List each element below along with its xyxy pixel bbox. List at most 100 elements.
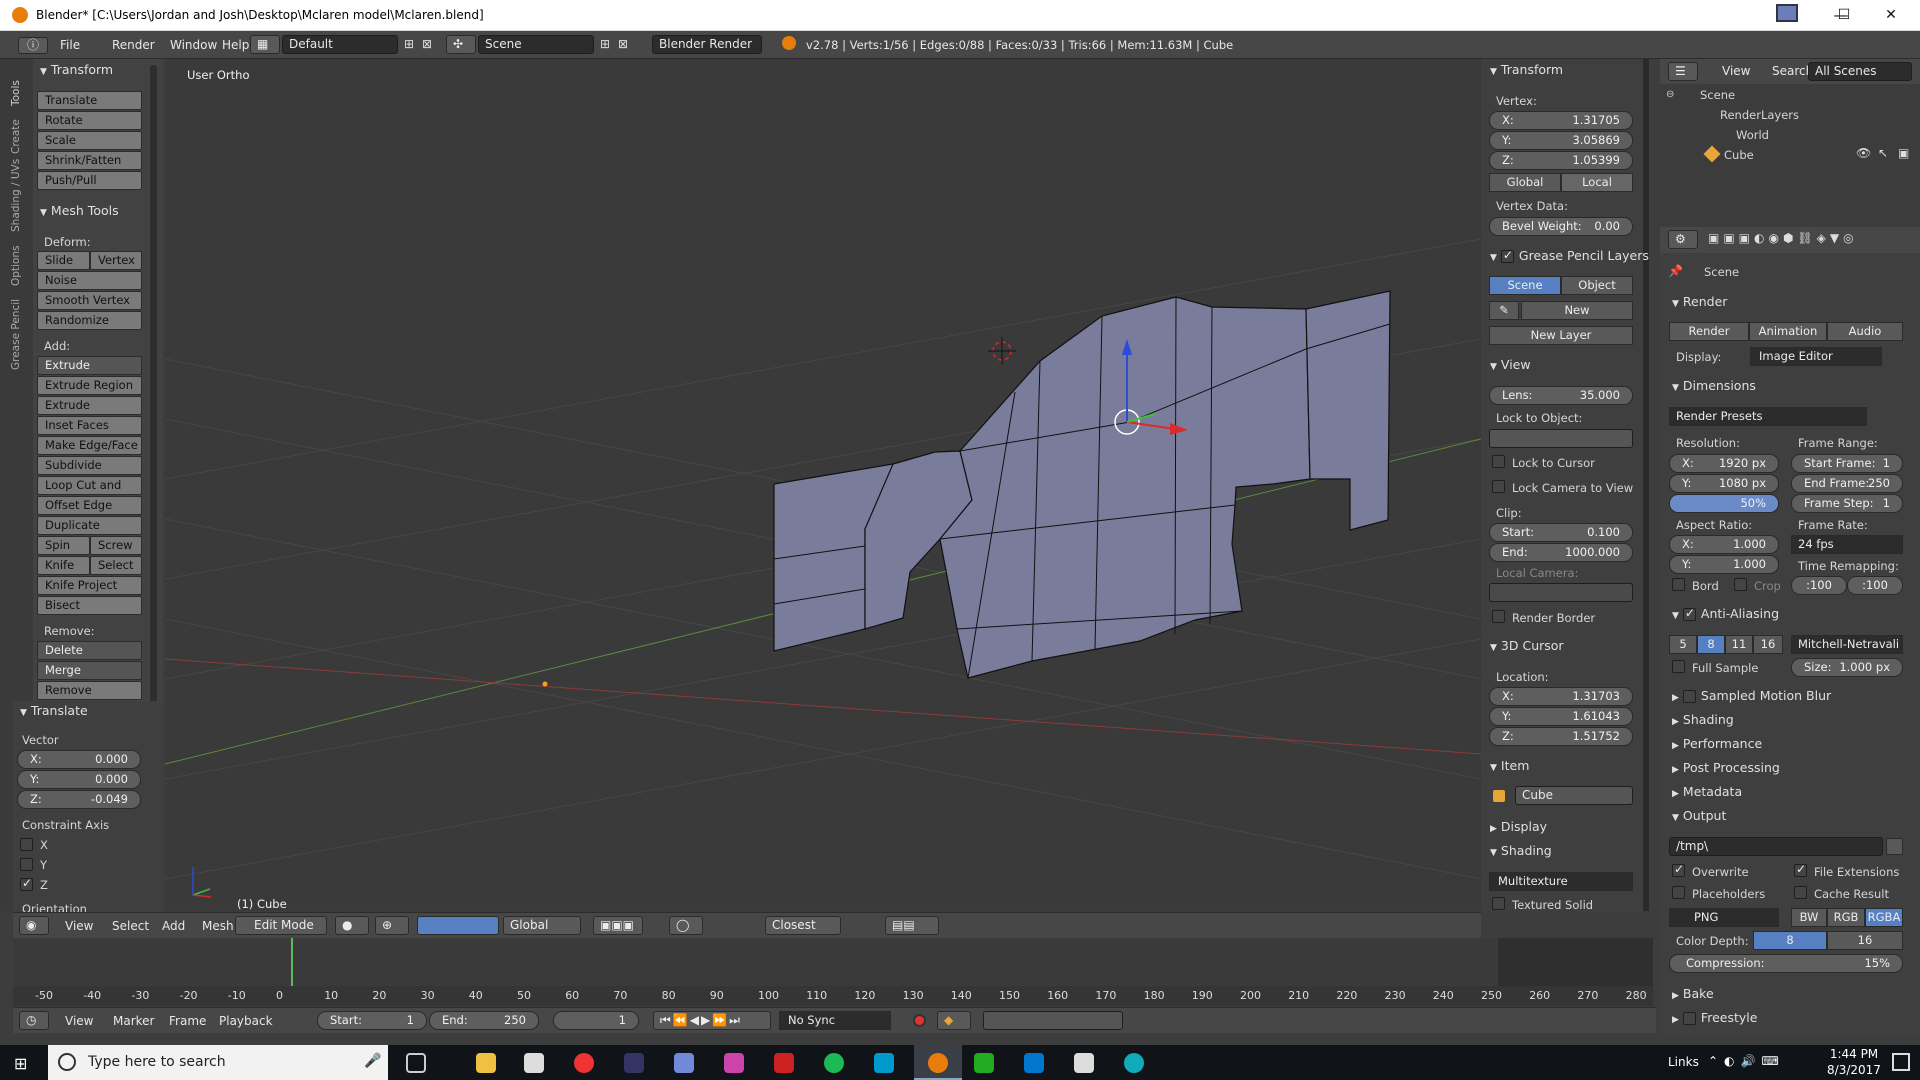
cursor-z-field[interactable]: Z: 1.51752 xyxy=(1489,727,1633,746)
outliner-editor-icon[interactable]: ☰ xyxy=(1668,62,1698,81)
render-buttons[interactable]: ▤▤ xyxy=(885,916,939,935)
render-border-checkbox[interactable] xyxy=(1492,610,1505,623)
store-icon[interactable] xyxy=(524,1053,544,1073)
remove-scene-icon[interactable]: ⊠ xyxy=(618,37,628,51)
resolution-y-field[interactable]: Y: 1080 px xyxy=(1669,474,1779,493)
cache-result-checkbox[interactable] xyxy=(1794,886,1807,899)
aa-11-toggle[interactable]: 11 xyxy=(1725,635,1753,654)
merge-menu[interactable]: Merge xyxy=(37,661,142,680)
bevel-weight-field[interactable]: Bevel Weight: 0.00 xyxy=(1489,217,1633,236)
file-format-select[interactable]: PNG xyxy=(1669,908,1779,927)
knife-button[interactable]: Knife xyxy=(37,556,90,575)
gp-object-toggle[interactable]: Object xyxy=(1561,276,1633,295)
n-transform-header[interactable]: ▼ Transform xyxy=(1490,62,1563,77)
pivot-select[interactable]: ⊕ xyxy=(375,916,409,935)
resolution-x-field[interactable]: X: 1920 px xyxy=(1669,454,1779,473)
performance-header[interactable]: ▶ Performance xyxy=(1672,736,1762,751)
noise-button[interactable]: Noise xyxy=(37,271,142,290)
vector-x-field[interactable]: X: 0.000 xyxy=(17,750,141,769)
smooth-vertex-button[interactable]: Smooth Vertex xyxy=(37,291,142,310)
shading-header[interactable]: ▼ Shading xyxy=(1490,843,1552,858)
clip-start-field[interactable]: Start: 0.100 xyxy=(1489,523,1633,542)
tab-tools[interactable]: Tools xyxy=(10,66,24,106)
metadata-header[interactable]: ▶ Metadata xyxy=(1672,784,1742,799)
render-engine-select[interactable]: Blender Render xyxy=(652,35,762,54)
maximize-button[interactable]: ☐ xyxy=(1822,0,1866,31)
transform-header[interactable]: ▼ Transform xyxy=(40,62,113,77)
steam-icon[interactable] xyxy=(624,1053,644,1073)
compression-field[interactable]: Compression: 15% xyxy=(1669,954,1903,973)
aa-size-field[interactable]: Size: 1.000 px xyxy=(1791,658,1903,677)
duplicate-button[interactable]: Duplicate xyxy=(37,516,142,535)
record-icon[interactable] xyxy=(913,1014,926,1027)
app2-icon[interactable] xyxy=(1124,1053,1144,1073)
spotify-icon[interactable] xyxy=(824,1053,844,1073)
bisect-button[interactable]: Bisect xyxy=(37,596,142,615)
tl-start-field[interactable]: Start: 1 xyxy=(317,1011,427,1030)
links-toolbar[interactable]: Links xyxy=(1668,1055,1699,1069)
remove-doubles-button[interactable]: Remove Doubles xyxy=(37,681,142,714)
offset-edge-slide-button[interactable]: Offset Edge Slide xyxy=(37,496,142,529)
outliner-scene[interactable]: Scene xyxy=(1700,88,1735,102)
keyframe-icon[interactable]: ◆ xyxy=(937,1011,971,1030)
folder-icon[interactable] xyxy=(1886,838,1903,855)
tab-grease-pencil[interactable]: Grease Pencil xyxy=(10,294,24,370)
menu-render[interactable]: Render xyxy=(104,36,163,55)
pin-icon[interactable]: 📌 xyxy=(1668,264,1683,278)
teamviewer-icon[interactable] xyxy=(1024,1053,1044,1073)
end-frame-field[interactable]: End Frame: 250 xyxy=(1791,474,1903,493)
display-header[interactable]: ▶ Display xyxy=(1490,819,1547,834)
slide-vertex-button[interactable]: Vertex xyxy=(90,251,142,270)
layout-field[interactable]: Default xyxy=(282,35,398,54)
file-extensions-checkbox[interactable] xyxy=(1794,862,1807,877)
frame-step-field[interactable]: Frame Step: 1 xyxy=(1791,494,1903,513)
time-remap-new[interactable]: :100 xyxy=(1847,576,1903,595)
notifications-icon[interactable] xyxy=(1892,1053,1910,1071)
cursor-y-field[interactable]: Y: 1.61043 xyxy=(1489,707,1633,726)
close-button[interactable]: ✕ xyxy=(1866,0,1916,31)
anti-aliasing-header[interactable]: ▼Anti-Aliasing xyxy=(1672,606,1779,621)
editor-type-icon[interactable]: ⓘ xyxy=(18,37,48,54)
depth-8-toggle[interactable]: 8 xyxy=(1753,931,1827,950)
rgba-toggle[interactable]: RGBA xyxy=(1865,908,1903,927)
motion-blur-header[interactable]: ▶ Sampled Motion Blur xyxy=(1672,688,1831,703)
tl-menu-marker[interactable]: Marker xyxy=(105,1012,162,1031)
paint-icon[interactable] xyxy=(724,1053,744,1073)
task-view-icon[interactable] xyxy=(406,1053,426,1073)
cursor-x-field[interactable]: X: 1.31703 xyxy=(1489,687,1633,706)
outliner-world[interactable]: World xyxy=(1736,128,1769,142)
bw-toggle[interactable]: BW xyxy=(1791,908,1827,927)
screw-button[interactable]: Screw xyxy=(90,536,142,555)
local-camera-field[interactable] xyxy=(1489,583,1633,602)
shading-mode-select[interactable]: ● xyxy=(335,916,369,935)
remove-layout-icon[interactable]: ⊠ xyxy=(422,37,432,51)
vertex-y-field[interactable]: Y: 3.05869 xyxy=(1489,131,1633,150)
time-remap-old[interactable]: :100 xyxy=(1791,576,1847,595)
aspect-x-field[interactable]: X: 1.000 xyxy=(1669,535,1779,554)
vp-menu-select[interactable]: Select xyxy=(104,917,157,936)
menu-file[interactable]: File xyxy=(52,36,88,55)
clip-end-field[interactable]: End: 1000.000 xyxy=(1489,543,1633,562)
tl-menu-playback[interactable]: Playback xyxy=(211,1012,281,1031)
item-header[interactable]: ▼ Item xyxy=(1490,758,1529,773)
render-camera-icon[interactable]: ▣ xyxy=(1898,146,1909,160)
transform-push-pull-button[interactable]: Push/Pull xyxy=(37,171,142,190)
delete-menu[interactable]: Delete xyxy=(37,641,142,660)
aa-filter-select[interactable]: Mitchell-Netravali xyxy=(1791,635,1903,654)
outliner-cube[interactable]: Cube xyxy=(1724,148,1754,162)
layout-icon[interactable]: ▦ xyxy=(250,35,280,54)
aa-8-toggle[interactable]: 8 xyxy=(1697,635,1725,654)
outliner-menu-view[interactable]: View xyxy=(1714,62,1758,81)
shading-panel-header[interactable]: ▶ Shading xyxy=(1672,712,1734,727)
lock-camera-checkbox[interactable] xyxy=(1492,480,1505,493)
constraint-y-checkbox[interactable] xyxy=(20,858,33,871)
add-scene-icon[interactable]: ⊞ xyxy=(600,37,610,51)
transform-scale-button[interactable]: Scale xyxy=(37,131,142,150)
aspect-y-field[interactable]: Y: 1.000 xyxy=(1669,555,1779,574)
extrude-region-button[interactable]: Extrude Region xyxy=(37,376,142,395)
timeline-ruler[interactable]: -50 -40 -30 -20 -10 0 10 20 30 40 50 60 70 80 90 100 110… xyxy=(13,986,1653,1006)
view-header[interactable]: ▼ View xyxy=(1490,357,1531,372)
mail-icon[interactable] xyxy=(1074,1053,1094,1073)
knife-select-button[interactable]: Select xyxy=(90,556,142,575)
item-name-field[interactable]: Cube xyxy=(1515,786,1633,805)
